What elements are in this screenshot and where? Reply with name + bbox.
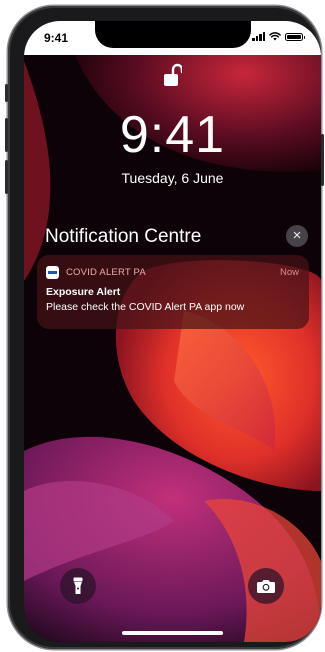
notification-centre-title: Notification Centre xyxy=(45,226,202,247)
camera-button[interactable] xyxy=(248,568,284,604)
unlocked-padlock-icon xyxy=(164,63,182,86)
camera-icon xyxy=(257,580,275,593)
cellular-signal-icon xyxy=(252,32,265,41)
battery-icon xyxy=(285,32,305,41)
flashlight-icon xyxy=(73,577,83,594)
status-bar: 9:41 xyxy=(24,21,321,55)
power-button xyxy=(321,134,324,186)
wifi-icon xyxy=(269,32,281,41)
home-indicator[interactable] xyxy=(122,631,223,635)
lock-screen: 9:41 9:41 Tuesday, 6 June Notification C… xyxy=(24,21,321,642)
clear-notifications-button[interactable]: × xyxy=(286,225,308,247)
volume-up-button xyxy=(5,118,8,152)
status-time: 9:41 xyxy=(44,31,69,45)
lock-screen-time: 9:41 xyxy=(119,106,226,164)
lock-screen-date: Tuesday, 6 June xyxy=(121,170,224,186)
covid-alert-app-icon xyxy=(46,266,59,279)
volume-down-button xyxy=(5,160,8,194)
flashlight-button[interactable] xyxy=(60,568,96,604)
notification-card[interactable]: COVID ALERT PA Now Exposure Alert Please… xyxy=(37,255,309,329)
notification-title: Exposure Alert xyxy=(46,286,121,298)
mute-switch xyxy=(5,84,8,102)
notification-timestamp: Now xyxy=(279,267,299,278)
notification-app-name: COVID ALERT PA xyxy=(66,267,146,278)
notification-body: Please check the COVID Alert PA app now xyxy=(46,301,245,313)
phone-frame: 9:41 9:41 Tuesday, 6 June Notification C… xyxy=(5,6,324,649)
status-icons xyxy=(252,32,305,41)
notch xyxy=(95,21,251,48)
